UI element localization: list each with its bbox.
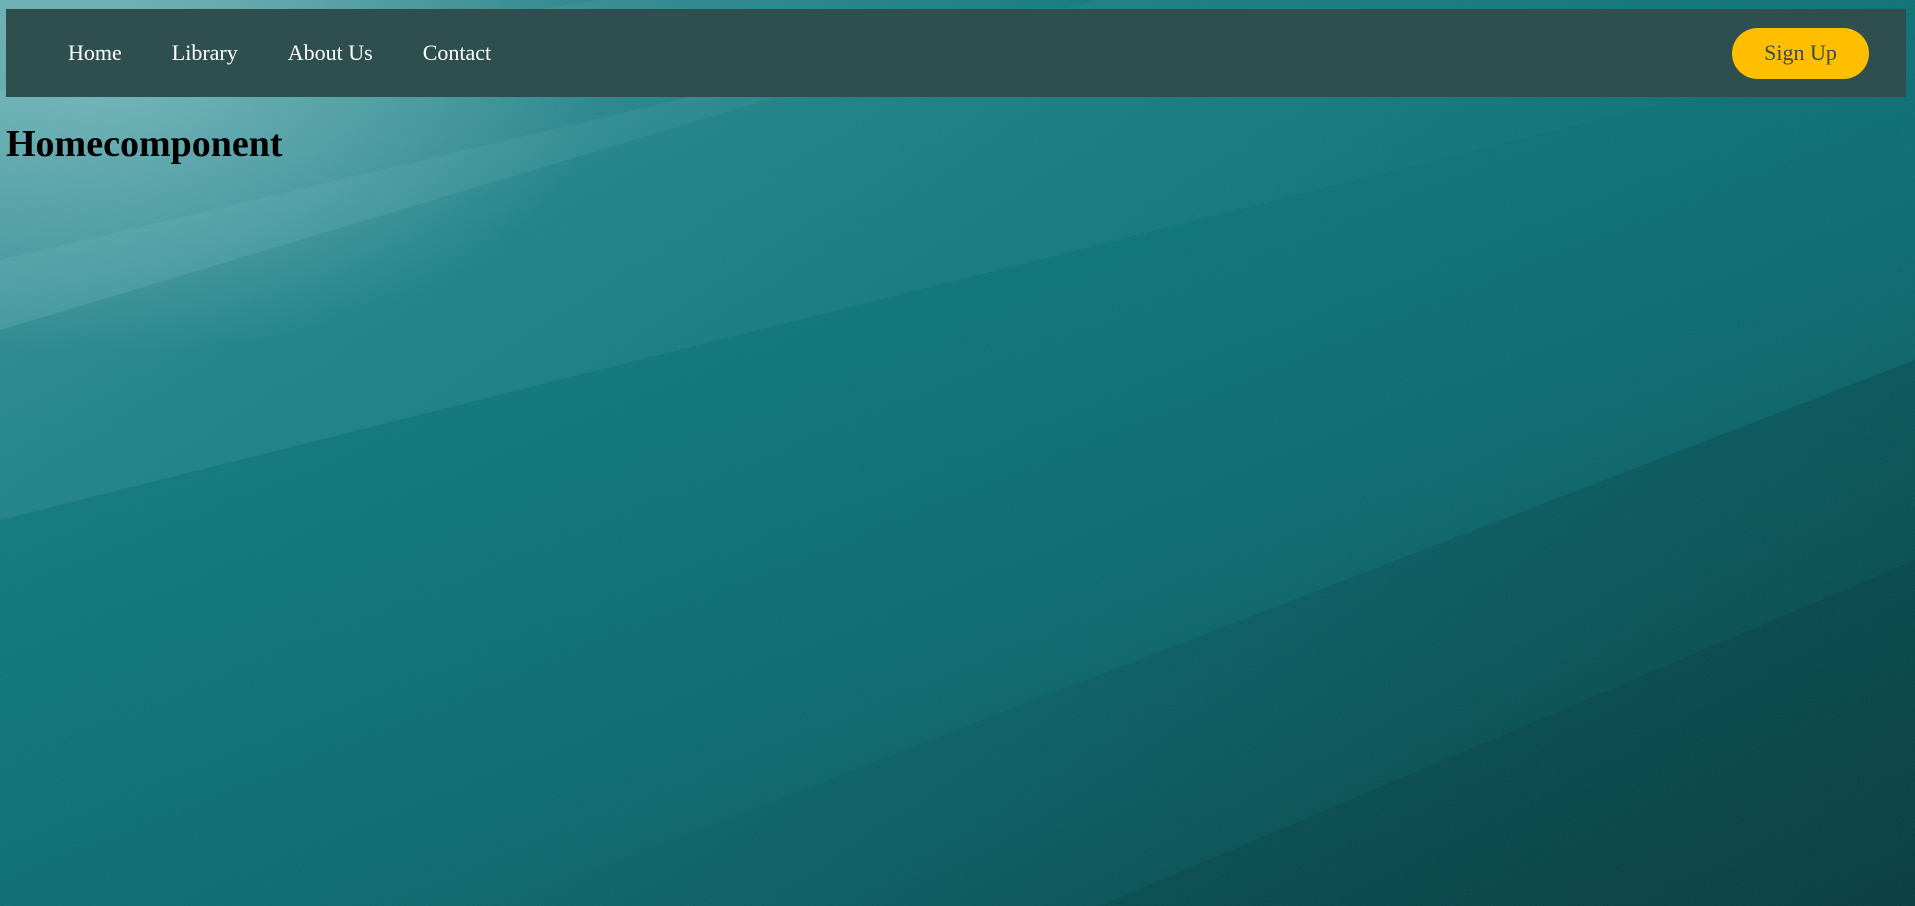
nav-link-library[interactable]: Library: [172, 40, 238, 66]
nav-link-home[interactable]: Home: [68, 40, 122, 66]
nav-link-about-us[interactable]: About Us: [288, 40, 373, 66]
sign-up-button[interactable]: Sign Up: [1732, 27, 1869, 79]
background-texture: [0, 0, 1915, 906]
top-navbar: Home Library About Us Contact Sign Up: [6, 9, 1906, 97]
page-title: Homecomponent: [6, 123, 283, 165]
nav-links: Home Library About Us Contact: [68, 40, 541, 66]
nav-link-contact[interactable]: Contact: [423, 40, 491, 66]
